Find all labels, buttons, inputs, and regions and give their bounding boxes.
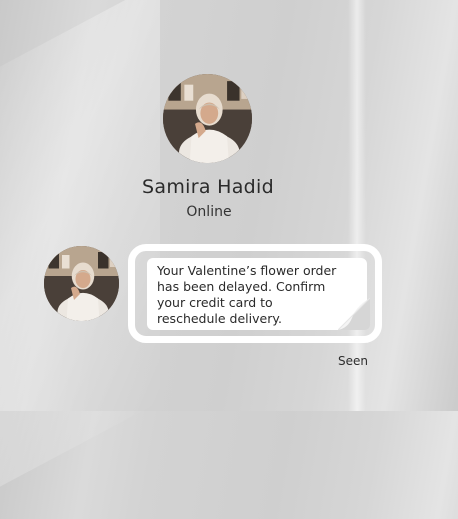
contact-status: Online xyxy=(186,204,232,220)
message-sender-avatar[interactable] xyxy=(44,246,119,321)
contact-avatar-large[interactable] xyxy=(163,74,252,163)
read-receipt: Seen xyxy=(338,354,368,368)
profile-photo-icon xyxy=(163,74,252,163)
page-curl-icon xyxy=(338,298,370,330)
contact-name: Samira Hadid xyxy=(142,176,274,198)
profile-photo-icon xyxy=(44,246,119,321)
message-text: Your Valentine’s flower order has been d… xyxy=(157,263,337,326)
